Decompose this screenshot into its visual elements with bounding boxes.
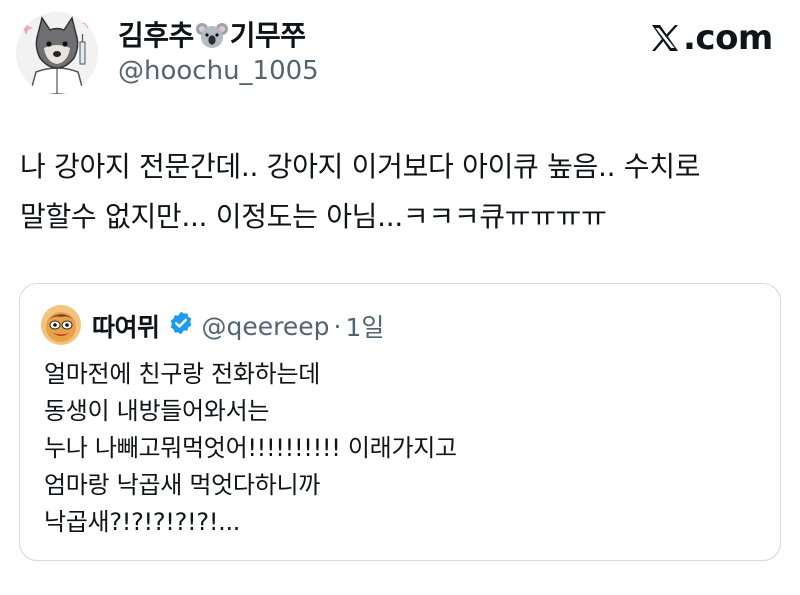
author-avatar[interactable]	[16, 12, 98, 94]
quoted-avatar[interactable]	[41, 305, 81, 345]
brand-label: .com	[683, 18, 773, 58]
quoted-line: 동생이 내방들어와서는	[44, 397, 270, 425]
quoted-line: 누나 나빼고뭐먹엇어!!!!!!!!!! 이래가지고	[44, 434, 457, 462]
tweet-text: 나 강아지 전문간데.. 강아지 이거보다 아이큐 높음.. 수치로 말할수 없…	[20, 142, 780, 242]
quoted-line: 얼마전에 친구랑 전화하는데	[44, 360, 321, 388]
quoted-line: 낙곱새?!?!?!?!?!...	[44, 508, 241, 536]
author-handle[interactable]: @hoochu_1005	[118, 56, 319, 86]
quoted-separator: ·	[333, 311, 342, 341]
quoted-text: 얼마전에 친구랑 전화하는데 동생이 내방들어와서는 누나 나빼고뭐먹엇어!!!…	[44, 356, 764, 541]
tweet-line: 나 강아지 전문간데.. 강아지 이거보다 아이큐 높음.. 수치로	[20, 150, 701, 183]
quoted-tweet-card[interactable]: 따여뮈 @qeereep · 1일 얼마전에 친구랑 전화하는데 동생이 내방들…	[19, 283, 781, 561]
quoted-line: 엄마랑 낙곱새 먹엇다하니까	[44, 471, 321, 499]
quoted-display-name[interactable]: 따여뮈	[92, 308, 160, 344]
brand-logo: .com	[650, 18, 773, 58]
author-display-name[interactable]: 김후추 기무쭈	[118, 14, 306, 57]
quoted-handle[interactable]: @qeereep	[202, 312, 330, 341]
quoted-header: 따여뮈 @qeereep · 1일	[92, 308, 384, 344]
wolf-doctor-avatar-icon	[16, 12, 98, 94]
quoted-timestamp[interactable]: 1일	[345, 308, 384, 344]
cartoon-face-avatar-icon	[41, 305, 81, 345]
x-logo-icon	[652, 25, 678, 51]
display-name-right: 기무쭈	[229, 19, 306, 52]
verified-badge-icon	[168, 310, 194, 342]
tweet-line: 말할수 없지만... 이정도는 아님...ㅋㅋㅋ큐ㅠㅠㅠㅠ	[20, 200, 607, 233]
display-name-left: 김후추	[118, 19, 194, 52]
koala-emoji-icon	[195, 20, 228, 57]
